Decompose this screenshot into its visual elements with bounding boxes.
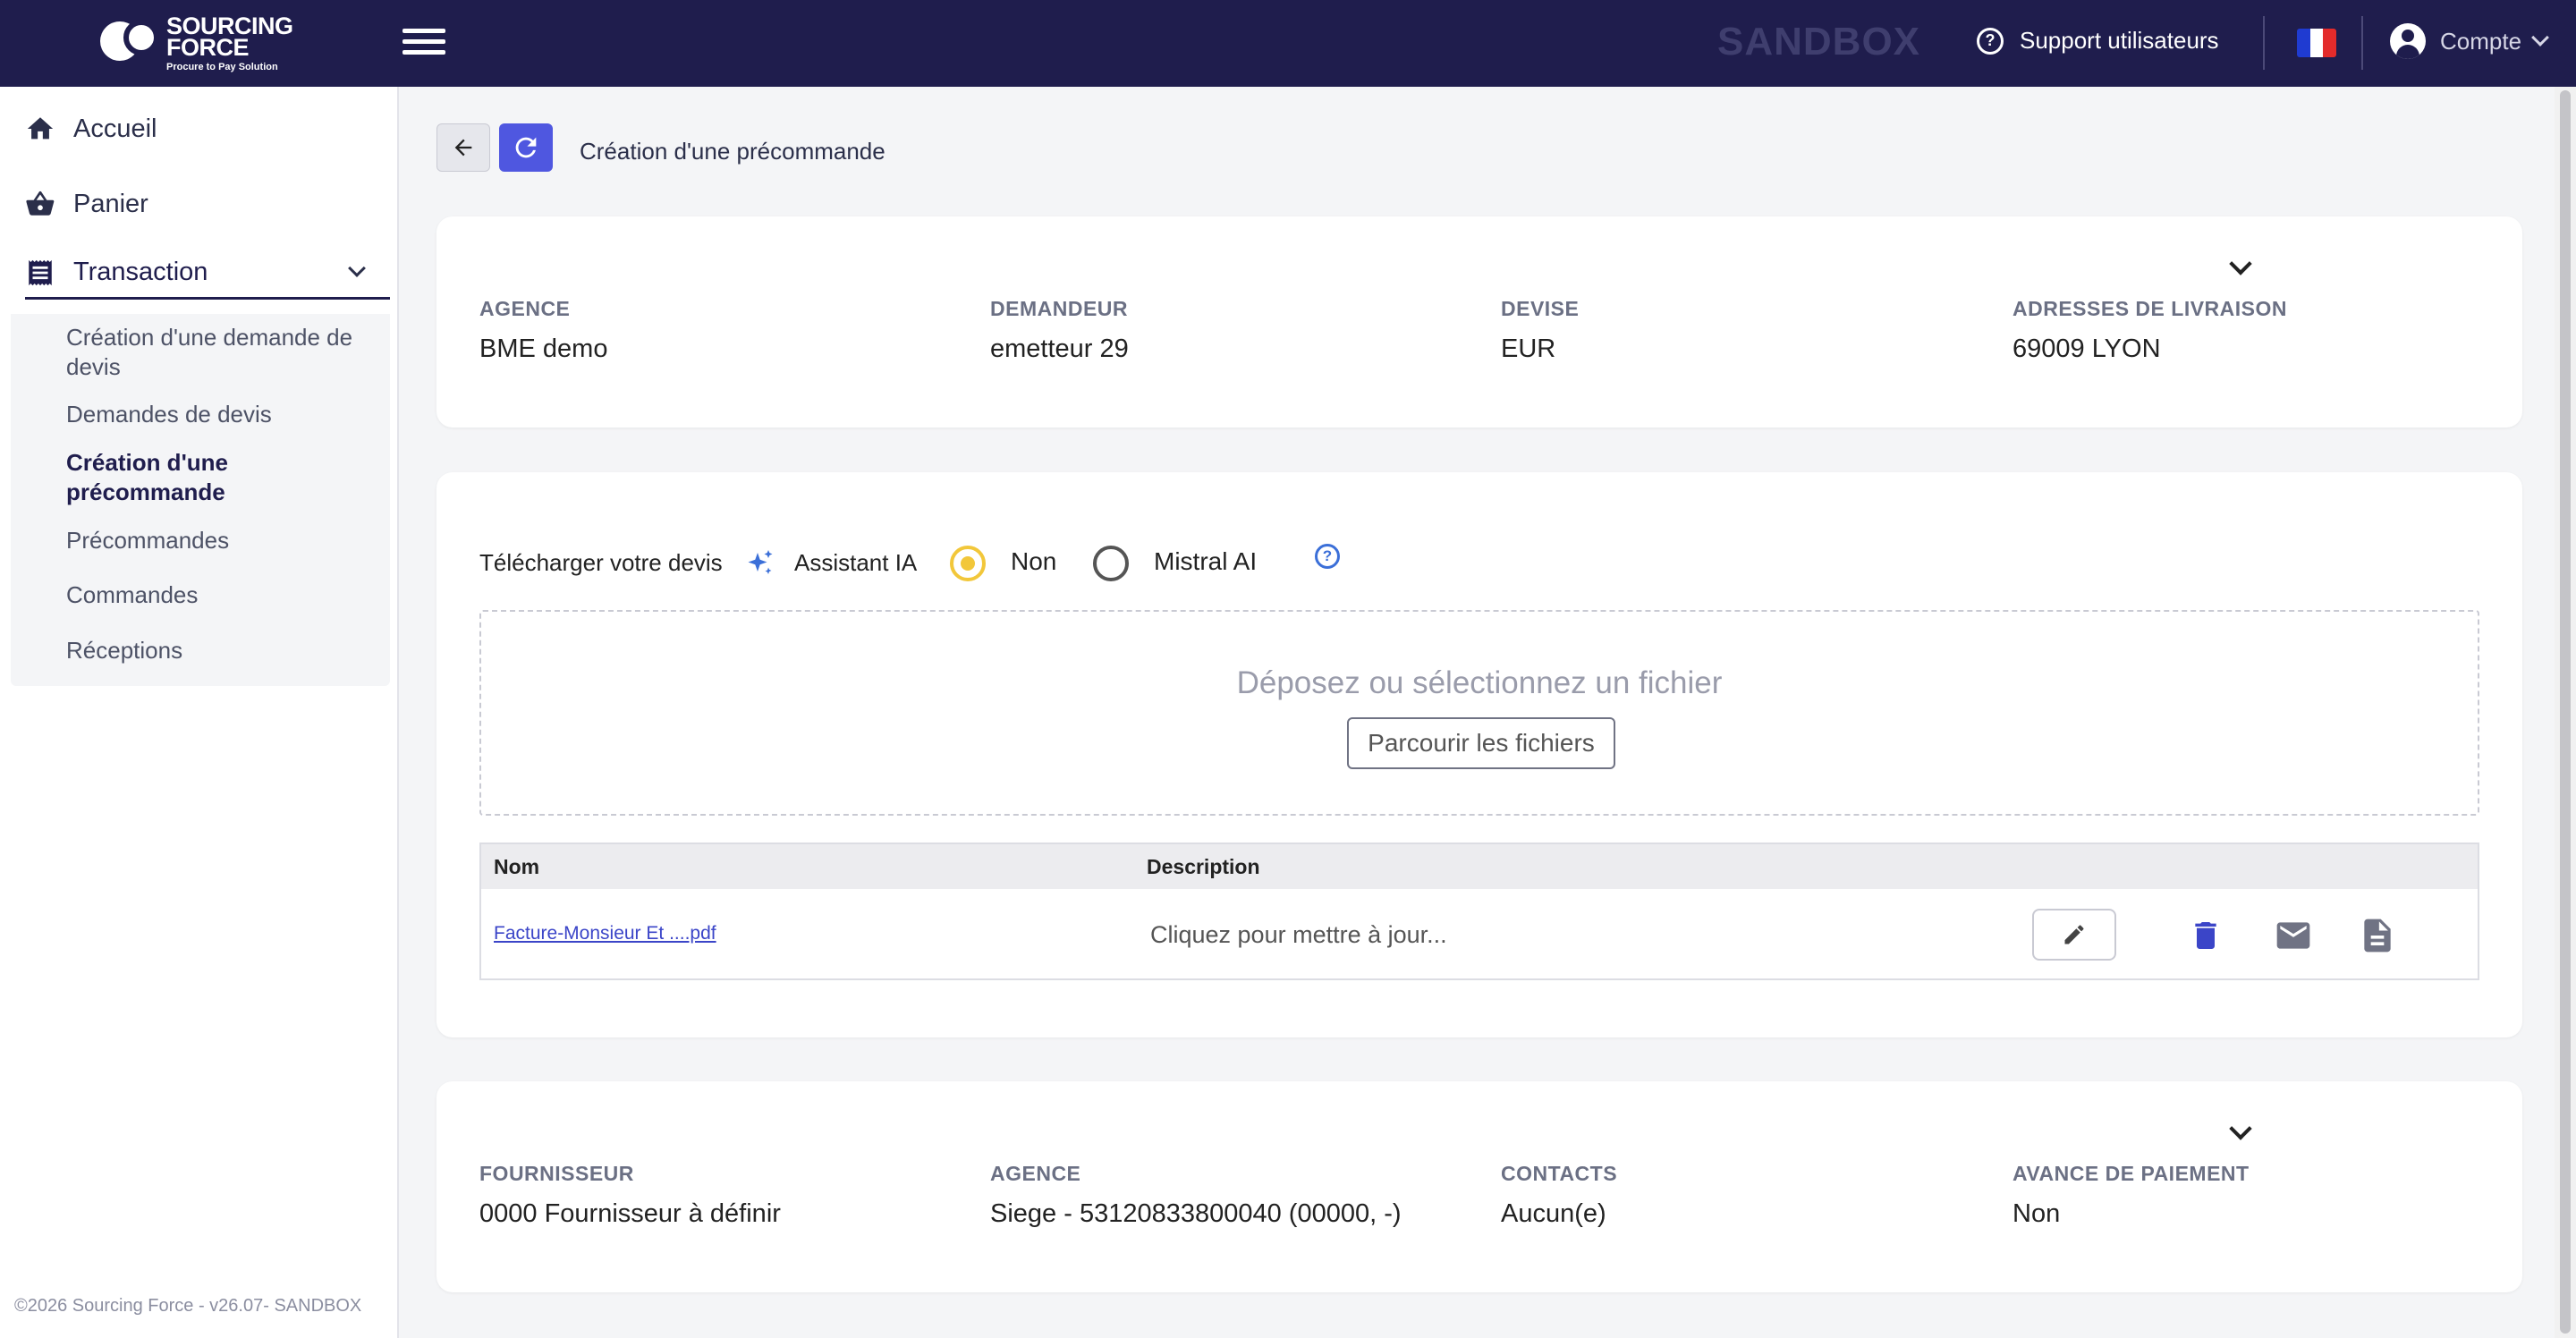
hamburger-menu-icon[interactable]: [402, 29, 445, 57]
logo-circle-icon: [123, 20, 159, 55]
page-scrollbar[interactable]: [2555, 87, 2576, 1338]
file-dropzone[interactable]: Déposez ou sélectionnez un fichier Parco…: [479, 610, 2479, 816]
dropzone-text: Déposez ou sélectionnez un fichier: [1236, 665, 1723, 700]
file-name-link[interactable]: Facture-Monsieur Et ....pdf: [494, 923, 716, 944]
pencil-icon: [2064, 925, 2084, 944]
table-header: Nom Description: [481, 844, 2478, 889]
column-header-nom: Nom: [494, 855, 540, 878]
transaction-submenu: Création d'une demande de devis Demandes…: [11, 314, 390, 686]
sidebar-item-label: Transaction: [73, 258, 208, 286]
submenu-item-commandes[interactable]: Commandes: [66, 580, 379, 610]
sidebar-item-accueil[interactable]: Accueil: [25, 114, 157, 144]
top-bar: SOURCING FORCE Procure to Pay Solution S…: [0, 0, 2576, 87]
submenu-item-demandes-devis[interactable]: Demandes de devis: [66, 400, 379, 429]
radio-non[interactable]: [950, 546, 986, 581]
support-label: Support utilisateurs: [2020, 27, 2219, 54]
help-icon[interactable]: ?: [1315, 544, 1340, 569]
field-label-agence: AGENCE: [479, 297, 571, 320]
chevron-down-icon: [2531, 29, 2549, 47]
field-label-contacts: CONTACTS: [1501, 1162, 1618, 1185]
submenu-item-precommandes[interactable]: Précommandes: [66, 526, 379, 555]
basket-icon: [26, 191, 55, 216]
field-value-agence: BME demo: [479, 334, 608, 363]
field-label-avance-paiement: AVANCE DE PAIEMENT: [2012, 1162, 2250, 1185]
chevron-down-icon[interactable]: [2229, 252, 2252, 275]
back-button[interactable]: [436, 123, 490, 172]
account-menu[interactable]: Compte: [2390, 23, 2549, 59]
sidebar: Accueil Panier Transaction Création d'un…: [0, 87, 399, 1338]
divider: [2263, 16, 2265, 70]
supplier-card: FOURNISSEUR 0000 Fournisseur à définir A…: [436, 1081, 2522, 1292]
divider: [2361, 16, 2363, 70]
arrow-left-icon: [454, 139, 472, 157]
submenu-item-receptions[interactable]: Réceptions: [66, 636, 379, 665]
submenu-item-creation-demande-devis[interactable]: Création d'une demande de devis: [66, 323, 379, 382]
files-table: Nom Description Facture-Monsieur Et ....…: [479, 843, 2479, 980]
submenu-item-creation-precommande[interactable]: Création d'une précommande: [66, 448, 379, 507]
browse-files-button[interactable]: Parcourir les fichiers: [1347, 717, 1615, 769]
sparkle-ai-icon: [748, 550, 773, 574]
field-value-agence: Siege - 53120833800040 (00000, -): [990, 1199, 1402, 1228]
field-value-contacts: Aucun(e): [1501, 1199, 1606, 1228]
refresh-icon: [515, 137, 537, 158]
field-label-agence: AGENCE: [990, 1162, 1081, 1185]
sidebar-item-transaction[interactable]: Transaction: [25, 248, 390, 300]
support-button[interactable]: ? Support utilisateurs: [1977, 27, 2219, 55]
edit-button[interactable]: [2032, 909, 2116, 961]
account-label: Compte: [2440, 27, 2522, 55]
environment-label: SANDBOX: [1717, 20, 1921, 64]
order-header-card: AGENCE BME demo DEMANDEUR emetteur 29 DE…: [436, 216, 2522, 428]
field-value-avance-paiement: Non: [2012, 1199, 2061, 1228]
chevron-down-icon[interactable]: [2229, 1117, 2252, 1140]
sidebar-item-label: Accueil: [73, 114, 157, 143]
file-description-editable[interactable]: Cliquez pour mettre à jour...: [1150, 921, 1447, 949]
field-value-fournisseur: 0000 Fournisseur à définir: [479, 1199, 781, 1228]
field-label-demandeur: DEMANDEUR: [990, 297, 1128, 320]
receipt-icon: [29, 259, 52, 285]
radio-label-non[interactable]: Non: [1011, 547, 1056, 576]
account-avatar-icon: [2390, 23, 2426, 59]
column-header-description: Description: [1147, 855, 1260, 878]
chevron-down-icon[interactable]: [348, 259, 366, 277]
field-value-adresses-livraison: 69009 LYON: [2012, 334, 2161, 363]
help-circle-icon: ?: [1977, 27, 2004, 55]
radio-mistral-ai[interactable]: [1093, 546, 1129, 581]
assistant-ia-label: Assistant IA: [794, 549, 918, 576]
document-icon[interactable]: [2358, 916, 2397, 955]
language-flag-icon[interactable]: [2297, 29, 2336, 57]
home-icon: [27, 117, 54, 140]
field-label-devise: DEVISE: [1501, 297, 1580, 320]
field-value-devise: EUR: [1501, 334, 1556, 363]
field-value-demandeur: emetteur 29: [990, 334, 1129, 363]
field-label-adresses-livraison: ADRESSES DE LIVRAISON: [2012, 297, 2287, 320]
page-title: Création d'une précommande: [580, 138, 886, 165]
sidebar-item-panier[interactable]: Panier: [25, 189, 148, 219]
scrollbar-thumb[interactable]: [2560, 90, 2571, 1334]
sidebar-item-label: Panier: [73, 189, 148, 218]
footer-copyright: ©2026 Sourcing Force - v26.07- SANDBOX: [14, 1296, 362, 1316]
field-label-fournisseur: FOURNISSEUR: [479, 1162, 634, 1185]
radio-label-mistral-ai[interactable]: Mistral AI: [1154, 547, 1257, 576]
logo-tagline: Procure to Pay Solution: [166, 62, 278, 72]
sourcing-force-logo[interactable]: SOURCING FORCE Procure to Pay Solution: [97, 13, 311, 75]
upload-quote-label: Télécharger votre devis: [479, 549, 723, 576]
delete-icon[interactable]: [2186, 916, 2225, 955]
email-icon[interactable]: [2274, 916, 2313, 955]
logo-text-line2: FORCE: [166, 34, 250, 61]
refresh-button[interactable]: [499, 123, 553, 172]
